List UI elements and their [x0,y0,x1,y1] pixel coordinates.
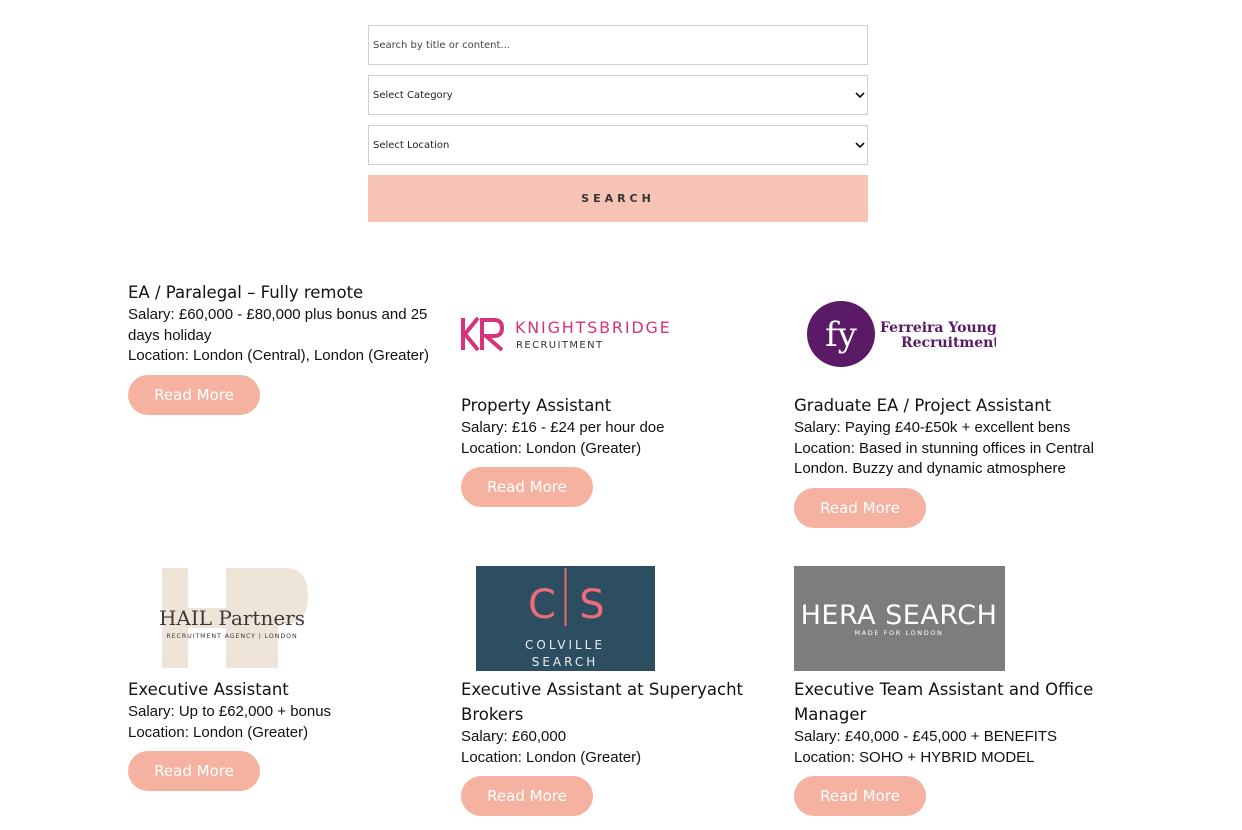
hera-search-logo: HERA SEARCH MADE FOR LONDON [794,566,1005,671]
job-card: Executive Assistant at Superyacht Broker… [461,677,761,817]
search-input[interactable] [373,39,863,51]
job-salary: Salary: £16 - £24 per hour doe [461,419,665,436]
read-more-button[interactable]: Read More [128,751,260,792]
job-location: Location: London (Greater) [128,723,309,741]
read-more-button[interactable]: Read More [461,467,593,508]
read-more-button[interactable]: Read More [461,776,593,817]
job-salary: Salary: Paying £40-£50k + excellent bens [794,419,1071,436]
job-salary: Salary: £60,000 [461,728,567,745]
hail-partners-logo-text: HAIL Partners [159,606,305,630]
job-title[interactable]: Executive Team Assistant and Office Mana… [794,677,1104,727]
job-location: Location: Based in stunning offices in C… [794,439,1094,478]
job-search-form: Select Category Select Location SEARCH [368,25,868,222]
ferreira-young-logo-sub: Recruitment [901,335,996,351]
job-salary: Salary: Up to £62,000 + bonus [128,703,332,720]
ferreira-young-logo-text: Ferreira Young [880,320,996,336]
job-card: EA / Paralegal – Fully remote Salary: £6… [128,280,448,416]
job-title[interactable]: Graduate EA / Project Assistant [794,393,1094,418]
job-card: Executive Team Assistant and Office Mana… [794,677,1104,817]
location-select[interactable]: Select Location [368,125,868,165]
job-title[interactable]: EA / Paralegal – Fully remote [128,280,448,305]
job-title[interactable]: Executive Assistant at Superyacht Broker… [461,677,761,727]
colville-logo-sub: SEARCH [532,655,599,669]
search-button[interactable]: SEARCH [368,175,868,222]
category-select-value: Select Category [373,89,453,101]
job-card: Graduate EA / Project Assistant Salary: … [794,393,1094,529]
svg-text:C: C [528,582,556,628]
ferreira-young-logo: fy Ferreira Young Recruitment [807,301,996,367]
job-location: Location: London (Central), London (Grea… [128,347,430,365]
location-select-value: Select Location [373,139,450,151]
read-more-button[interactable]: Read More [794,776,926,817]
job-title[interactable]: Property Assistant [461,393,781,418]
job-card: Executive Assistant Salary: Up to £62,00… [128,677,448,792]
hera-logo-text: HERA SEARCH [801,600,998,631]
job-salary: Salary: £60,000 - £80,000 plus bonus and… [128,306,428,344]
svg-text:S: S [579,582,604,628]
job-card: Property Assistant Salary: £16 - £24 per… [461,393,781,508]
ferreira-young-mark: fy [825,315,858,355]
read-more-button[interactable]: Read More [128,375,260,416]
hera-logo-sub: MADE FOR LONDON [854,629,943,637]
job-location: Location: SOHO + HYBRID MODEL [794,748,1035,766]
colville-search-logo: C S COLVILLE SEARCH [476,566,655,671]
category-select[interactable]: Select Category [368,75,868,115]
chevron-down-icon [855,92,865,99]
search-input-wrapper [368,25,868,65]
read-more-button[interactable]: Read More [794,488,926,529]
job-salary: Salary: £40,000 - £45,000 + BENEFITS [794,728,1058,745]
knightsbridge-logo-sub: RECRUITMENT [516,340,604,351]
colville-logo-text: COLVILLE [525,638,605,652]
job-location: Location: London (Greater) [461,439,642,457]
job-location: Location: London (Greater) [461,748,642,766]
hail-partners-logo: HAIL Partners RECRUITMENT AGENCY | LONDO… [159,568,308,668]
hail-partners-logo-sub: RECRUITMENT AGENCY | LONDON [166,633,297,640]
knightsbridge-logo: KNIGHTSBRIDGE RECRUITMENT [461,316,672,352]
knightsbridge-logo-text: KNIGHTSBRIDGE [515,318,672,337]
job-title[interactable]: Executive Assistant [128,677,448,702]
chevron-down-icon [855,142,865,149]
